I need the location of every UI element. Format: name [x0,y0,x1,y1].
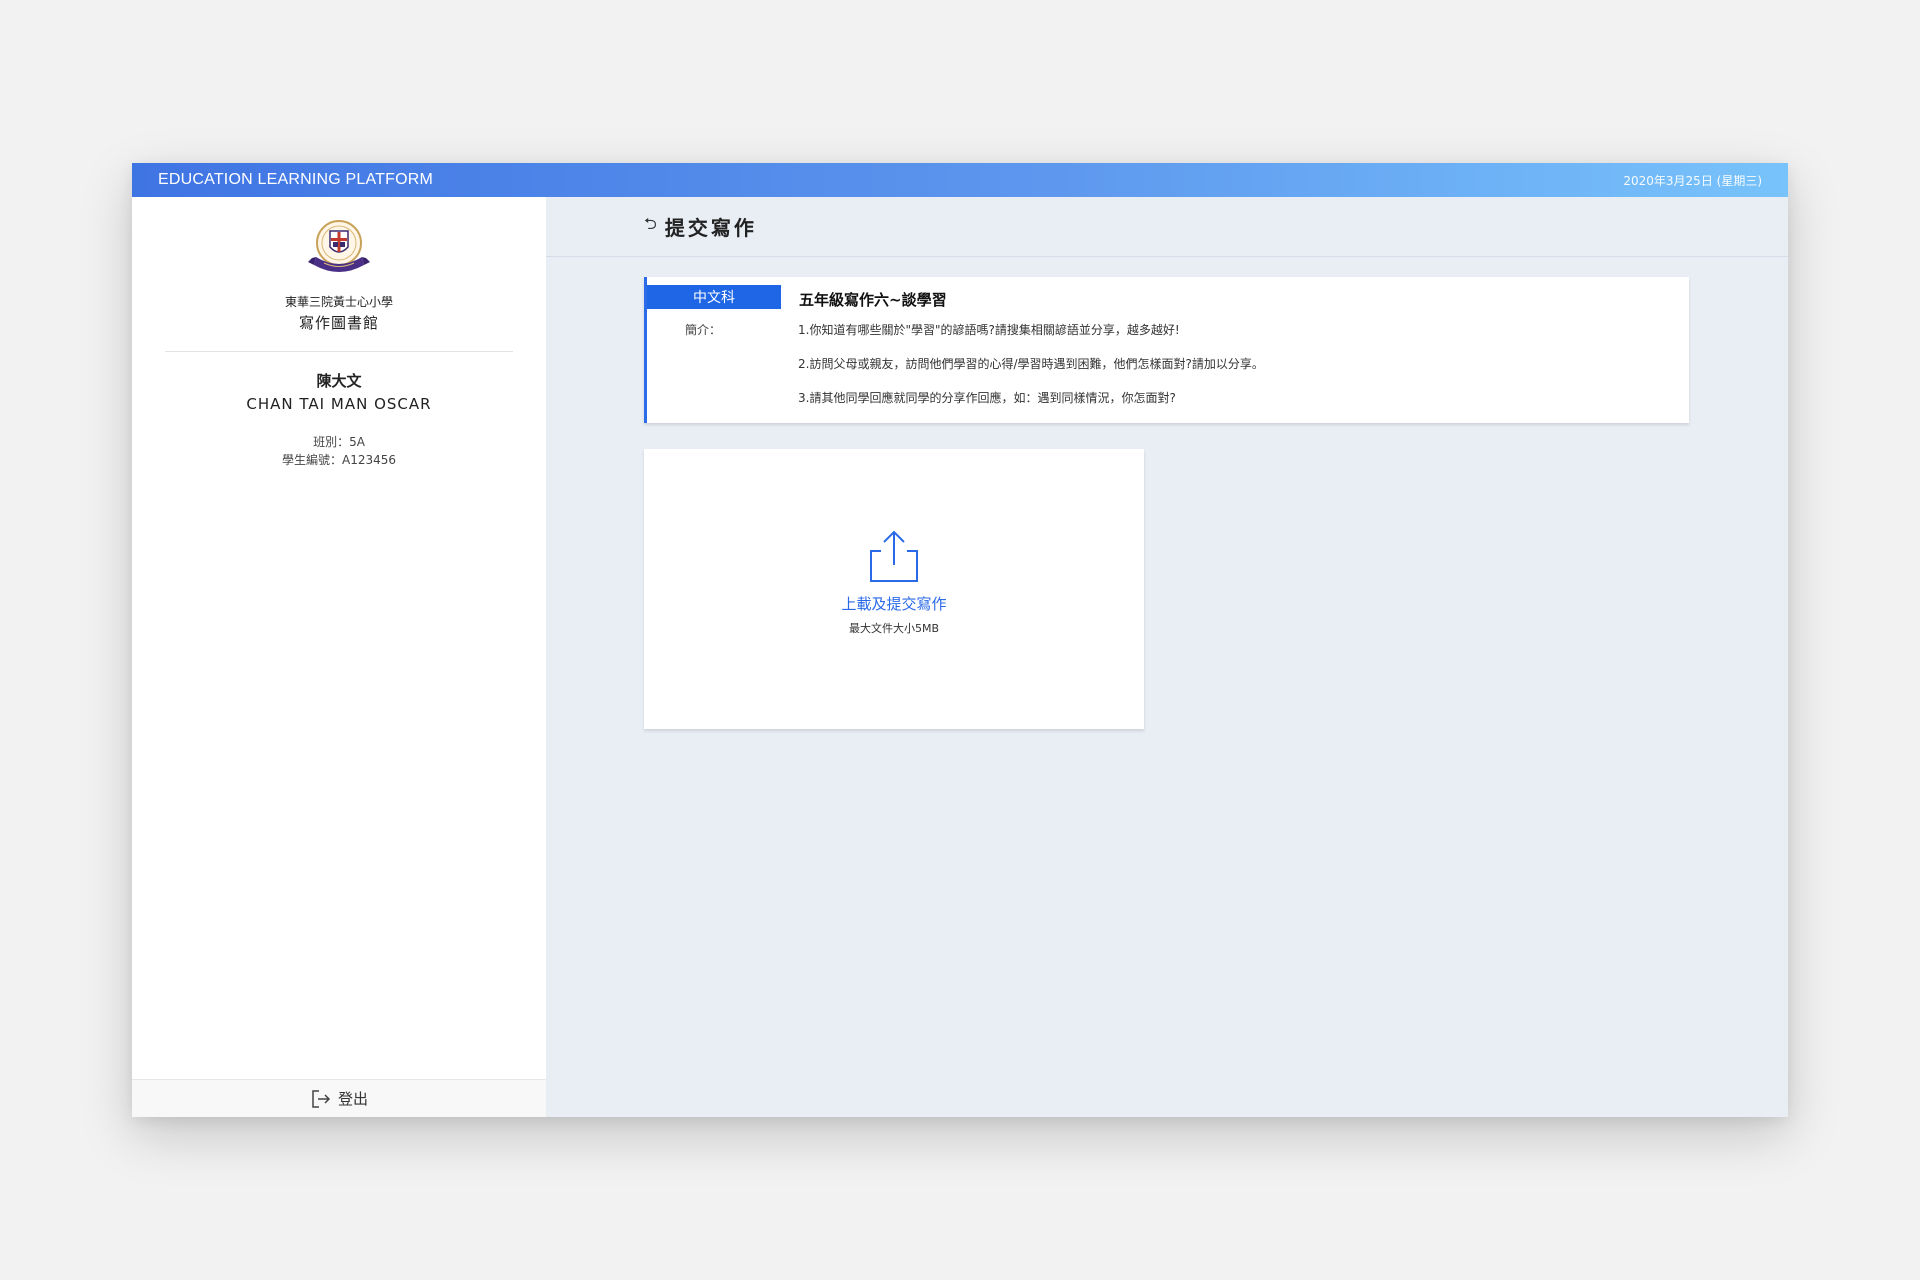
intro-item: 3.請其他同學回應就同學的分享作回應，如：遇到同樣情況，你怎面對? [798,391,1176,405]
back-arrow-icon[interactable]: ⮌ [644,213,657,240]
upload-dropzone[interactable]: 上載及提交寫作 最大文件大小5MB [644,449,1144,729]
intro-list: 1.你知道有哪些關於"學習"的諺語嗎?請搜集相關諺語並分享，越多越好! 2.訪問… [798,321,1264,423]
logout-icon [312,1089,331,1108]
student-class: 班別：5A [313,435,365,449]
page-header: ⮌ 提交寫作 [546,197,1788,257]
subject-badge: 中文科 [647,285,781,309]
intro-label: 簡介： [685,323,722,337]
app-window: EDUCATION LEARNING PLATFORM 2020年3月25日 (… [132,163,1788,1117]
student-name-english: CHAN TAI MAN OSCAR [246,395,432,413]
library-name: 寫作圖書館 [298,314,379,332]
upload-label[interactable]: 上載及提交寫作 [841,593,946,614]
student-id: 學生編號：A123456 [281,453,397,467]
logout-button[interactable]: 登出 [132,1079,546,1117]
logout-label: 登出 [337,1090,368,1108]
intro-item: 1.你知道有哪些關於"學習"的諺語嗎?請搜集相關諺語並分享，越多越好! [798,323,1180,337]
assignment-title: 五年級寫作六~談學習 [799,291,947,309]
platform-title: EDUCATION LEARNING PLATFORM [158,171,434,188]
sidebar-divider [165,351,513,352]
top-bar: EDUCATION LEARNING PLATFORM 2020年3月25日 (… [132,163,1788,197]
main-content: ⮌ 提交寫作 中文科 五年級寫作六~談學習 簡介： 1.你知道有哪些關於"學習"… [546,197,1788,1117]
intro-item: 2.訪問父母或親友，訪問他們學習的心得/學習時遇到困難，他們怎樣面對?請加以分享… [798,357,1264,371]
student-name-chinese: 陳大文 [316,372,362,390]
upload-size-hint: 最大文件大小5MB [848,622,940,635]
school-name: 東華三院黃士心小學 [284,295,393,309]
school-crest-icon [308,220,370,272]
sidebar: 東華三院黃士心小學 寫作圖書館 陳大文 CHAN TAI MAN OSCAR 班… [132,197,546,1117]
page-title: 提交寫作 [664,216,757,240]
current-date: 2020年3月25日 (星期三) [1623,173,1762,188]
student-info: 班別：5A 學生編號：A123456 [132,433,546,469]
assignment-card: 中文科 五年級寫作六~談學習 簡介： 1.你知道有哪些關於"學習"的諺語嗎?請搜… [644,277,1689,423]
upload-icon [870,530,918,582]
